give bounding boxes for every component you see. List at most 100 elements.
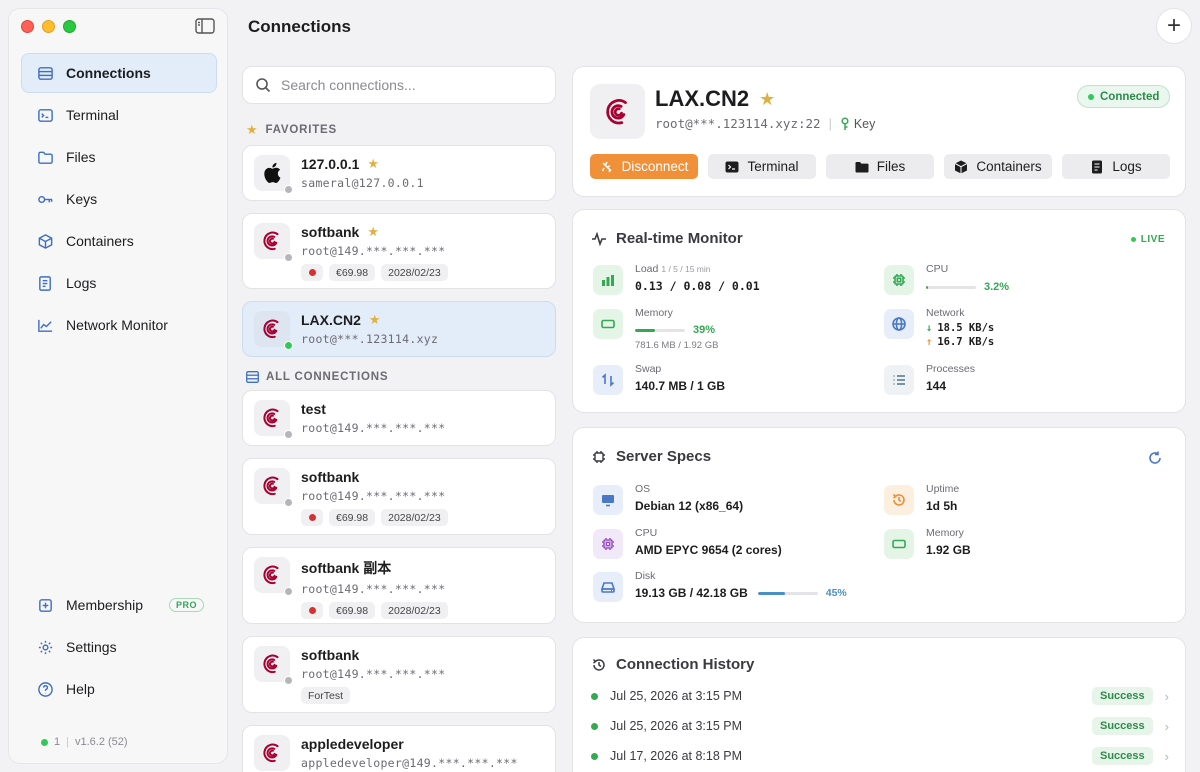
active-count: 1 — [54, 736, 61, 748]
connection-card[interactable]: softbank root@149.***.***.*** ForTest — [242, 636, 556, 713]
disk-icon — [593, 572, 623, 602]
cpu-spec-value: AMD EPYC 9654 (2 cores) — [635, 543, 782, 557]
connection-card[interactable]: appledeveloper appledeveloper@149.***.**… — [242, 725, 556, 772]
offline-status-dot — [284, 498, 293, 507]
memory-usage-bar — [635, 328, 685, 332]
refresh-icon[interactable] — [1147, 450, 1163, 466]
debian-icon — [590, 84, 645, 139]
sidebar-item-network-monitor[interactable]: Network Monitor — [21, 305, 217, 345]
cpu-spec: CPU AMD EPYC 9654 (2 cores) — [593, 527, 782, 559]
offline-status-dot — [284, 430, 293, 439]
list-icon — [246, 371, 259, 383]
cpu-usage-fill — [926, 285, 928, 289]
memory-detail: 781.6 MB / 1.92 GB — [635, 340, 719, 351]
minimize-window-button[interactable] — [42, 20, 55, 33]
load-metric: Load 1 / 5 / 15 min 0.13 / 0.08 / 0.01 — [593, 263, 760, 295]
swap-label: Swap — [635, 363, 662, 375]
bar-chart-icon — [593, 265, 623, 295]
history-time: Jul 17, 2026 at 8:18 PM — [610, 749, 743, 763]
sidebar-item-membership[interactable]: Membership PRO — [21, 585, 217, 625]
memory-spec: Memory 1.92 GB — [884, 527, 971, 559]
files-button[interactable]: Files — [826, 154, 934, 179]
detail-title-text: LAX.CN2 — [655, 86, 750, 111]
favorite-star-icon[interactable]: ★ — [369, 312, 381, 328]
favorite-star-icon[interactable]: ★ — [367, 224, 379, 240]
uptime-value: 1d 5h — [926, 499, 958, 513]
live-indicator: LIVE — [1131, 234, 1165, 245]
processes-value: 144 — [926, 379, 947, 393]
swap-value: 140.7 MB / 1 GB — [635, 379, 726, 393]
memory-usage-value: 39% — [693, 324, 716, 336]
sidebar-item-keys[interactable]: Keys — [21, 179, 217, 219]
connection-card-selected[interactable]: LAX.CN2 ★ root@***.123114.xyz — [242, 301, 556, 357]
app-version: 1 | v1.6.2 (52) — [41, 736, 128, 748]
membership-icon — [36, 596, 54, 614]
sidebar-item-label: Network Monitor — [66, 317, 168, 333]
memory-icon — [884, 529, 914, 559]
favorite-star-icon[interactable]: ★ — [759, 89, 775, 110]
japan-flag-icon — [301, 602, 323, 619]
sidebar-item-containers[interactable]: Containers — [21, 221, 217, 261]
key-icon — [841, 116, 849, 130]
connection-name: softbank ★ — [301, 224, 543, 240]
connection-name-text: softbank 副本 — [301, 560, 392, 576]
connection-name: LAX.CN2 ★ — [301, 312, 543, 328]
debian-icon — [254, 735, 290, 771]
history-row[interactable]: Jul 25, 2026 at 3:15 PM Success › — [591, 686, 1169, 706]
terminal-button[interactable]: Terminal — [708, 154, 816, 179]
favorites-label: FAVORITES — [265, 124, 337, 136]
download-rate: 18.5 KB/s — [937, 322, 995, 334]
close-window-button[interactable] — [21, 20, 34, 33]
connection-card[interactable]: softbank root@149.***.***.*** €69.98 202… — [242, 458, 556, 535]
sidebar-item-settings[interactable]: Settings — [21, 627, 217, 667]
all-connections-section-label: ALL CONNECTIONS — [246, 371, 556, 383]
sidebar-item-label: Containers — [66, 233, 134, 249]
logs-button[interactable]: Logs — [1062, 154, 1170, 179]
gear-icon — [36, 638, 54, 656]
sidebar-item-help[interactable]: Help — [21, 669, 217, 709]
expiry-tag: 2028/02/23 — [381, 509, 448, 526]
sidebar-item-label: Logs — [66, 275, 97, 291]
sidebar-item-files[interactable]: Files — [21, 137, 217, 177]
connection-card[interactable]: softbank 副本 root@149.***.***.*** €69.98 … — [242, 547, 556, 624]
disconnect-label: Disconnect — [621, 159, 689, 174]
sidebar-item-terminal[interactable]: Terminal — [21, 95, 217, 135]
load-sub-label: 1 / 5 / 15 min — [661, 264, 711, 274]
containers-button[interactable]: Containers — [944, 154, 1052, 179]
subtitle-divider: | — [828, 116, 832, 131]
connection-card[interactable]: 127.0.0.1 ★ sameral@127.0.0.1 — [242, 145, 556, 201]
search-box[interactable] — [242, 66, 556, 104]
connection-name: 127.0.0.1 ★ — [301, 156, 543, 172]
offline-status-dot — [284, 676, 293, 685]
zoom-window-button[interactable] — [63, 20, 76, 33]
connection-list: ★ FAVORITES 127.0.0.1 ★ sameral@127.0.0.… — [242, 66, 556, 772]
connection-host: root@149.***.***.*** — [301, 667, 446, 681]
sidebar-item-logs[interactable]: Logs — [21, 263, 217, 303]
connection-history-panel: Connection History Jul 25, 2026 at 3:15 … — [572, 637, 1186, 772]
sidebar-item-connections[interactable]: Connections — [21, 53, 217, 93]
detail-address: root@***.123114.xyz:22 — [655, 116, 821, 131]
connection-tags: €69.98 2028/02/23 — [301, 602, 543, 619]
sidebar-toggle-icon[interactable] — [195, 18, 215, 34]
favorite-star-icon[interactable]: ★ — [367, 156, 379, 172]
swap-icon — [593, 365, 623, 395]
disk-label: Disk — [635, 570, 656, 582]
chevron-right-icon: › — [1164, 748, 1169, 764]
cpu-spec-label: CPU — [635, 527, 658, 539]
connection-card[interactable]: test root@149.***.***.*** — [242, 390, 556, 446]
version-separator: | — [66, 736, 69, 748]
add-connection-button[interactable]: + — [1156, 8, 1192, 44]
history-row[interactable]: Jul 17, 2026 at 8:18 PM Success › — [591, 746, 1169, 766]
chevron-right-icon: › — [1164, 718, 1169, 734]
memory-metric: Memory 39% 781.6 MB / 1.92 GB — [593, 307, 719, 351]
disconnect-button[interactable]: Disconnect — [590, 154, 698, 179]
connection-host: root@149.***.***.*** — [301, 421, 446, 435]
history-title-text: Connection History — [616, 656, 755, 673]
connection-tags: €69.98 2028/02/23 — [301, 264, 543, 281]
load-label-text: Load — [635, 263, 659, 275]
history-row[interactable]: Jul 25, 2026 at 3:15 PM Success › — [591, 716, 1169, 736]
search-input[interactable] — [281, 77, 541, 93]
connection-card[interactable]: softbank ★ root@149.***.***.*** €69.98 2… — [242, 213, 556, 289]
pro-badge: PRO — [168, 598, 204, 612]
sidebar-bottom-nav: Membership PRO Settings Help — [21, 585, 217, 711]
